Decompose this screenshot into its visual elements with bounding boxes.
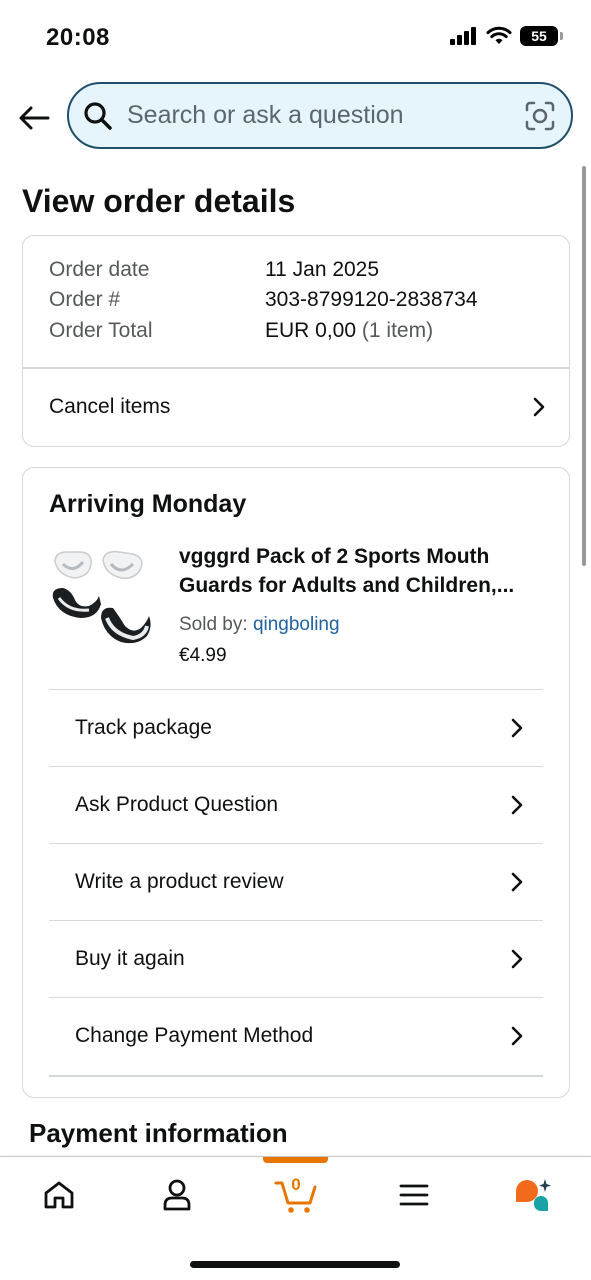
shipment-card: Arriving Monday vgggrd Pack of 2 Sports … [22, 467, 570, 1098]
product-title-link[interactable]: vgggrd Pack of 2 Sports Mouth Guards for… [179, 542, 547, 600]
order-total-value: EUR 0,00 (1 item) [265, 319, 433, 343]
write-review-button[interactable]: Write a product review [49, 843, 543, 920]
search-input[interactable]: Search or ask a question [67, 82, 573, 149]
order-number-row: Order # 303-8799120-2838734 [49, 288, 478, 312]
cancel-items-button[interactable]: Cancel items [23, 368, 569, 446]
wifi-icon [486, 26, 512, 44]
nav-menu[interactable] [384, 1171, 444, 1219]
menu-icon [399, 1184, 429, 1206]
page-title: View order details [22, 183, 296, 219]
camera-scan-icon[interactable] [523, 99, 557, 133]
chat-assistant-icon [516, 1179, 551, 1212]
chevron-right-icon [509, 794, 525, 816]
home-icon [44, 1181, 74, 1209]
product-image[interactable] [49, 546, 157, 648]
search-icon [83, 101, 113, 131]
write-review-label: Write a product review [75, 870, 284, 893]
status-icons: 55 [450, 26, 563, 46]
cart-count-badge: 0 [291, 1175, 301, 1194]
order-date-row: Order date 11 Jan 2025 [49, 258, 379, 282]
bottom-nav: 0 [0, 1156, 591, 1280]
order-number-value: 303-8799120-2838734 [265, 288, 478, 311]
home-indicator[interactable] [190, 1261, 400, 1268]
change-payment-method-button[interactable]: Change Payment Method [49, 997, 543, 1074]
change-payment-method-label: Change Payment Method [75, 1024, 314, 1047]
order-total-label: Order Total [49, 319, 153, 342]
mouth-guard-image [52, 550, 151, 644]
chevron-right-icon [531, 396, 547, 418]
order-total-row: Order Total EUR 0,00 (1 item) [49, 319, 433, 343]
arrow-left-icon [19, 106, 50, 130]
order-total-amount: EUR 0,00 [265, 319, 357, 342]
ask-product-question-button[interactable]: Ask Product Question [49, 766, 543, 843]
chevron-right-icon [509, 871, 525, 893]
status-bar: 20:08 55 [0, 0, 591, 72]
search-placeholder: Search or ask a question [127, 101, 404, 129]
buy-it-again-label: Buy it again [75, 947, 185, 970]
delivery-status-heading: Arriving Monday [49, 490, 247, 518]
chevron-right-icon [509, 717, 525, 739]
cancel-items-label: Cancel items [49, 395, 171, 418]
ask-product-question-label: Ask Product Question [75, 793, 279, 816]
track-package-label: Track package [75, 716, 212, 739]
nav-home[interactable] [29, 1171, 89, 1219]
sold-by: Sold by: qingboling [179, 614, 340, 636]
buy-it-again-button[interactable]: Buy it again [49, 920, 543, 997]
chevron-right-icon [509, 1025, 525, 1047]
order-date-value: 11 Jan 2025 [265, 258, 380, 281]
nav-cart[interactable]: 0 [266, 1171, 326, 1219]
seller-link[interactable]: qingboling [253, 614, 340, 635]
nav-account[interactable] [147, 1171, 207, 1219]
battery-icon: 55 [520, 26, 558, 46]
cellular-signal-icon [450, 27, 476, 45]
back-button[interactable] [14, 98, 54, 138]
order-date-label: Order date [49, 258, 150, 281]
divider [49, 1075, 543, 1077]
person-icon [163, 1179, 191, 1211]
battery-level: 55 [531, 28, 547, 44]
payment-information-heading: Payment information [29, 1118, 288, 1148]
active-tab-indicator [263, 1157, 328, 1163]
battery-cap [560, 32, 563, 40]
order-summary-card: Order date 11 Jan 2025 Order # 303-87991… [22, 235, 570, 447]
product-price: €4.99 [179, 645, 227, 666]
track-package-button[interactable]: Track package [49, 689, 543, 766]
status-time: 20:08 [46, 24, 110, 51]
nav-assistant[interactable] [502, 1171, 562, 1219]
chevron-right-icon [509, 948, 525, 970]
order-item-count: (1 item) [361, 319, 434, 342]
sold-by-label: Sold by: [179, 614, 248, 635]
order-number-label: Order # [49, 288, 121, 311]
scrollbar[interactable] [582, 166, 586, 566]
